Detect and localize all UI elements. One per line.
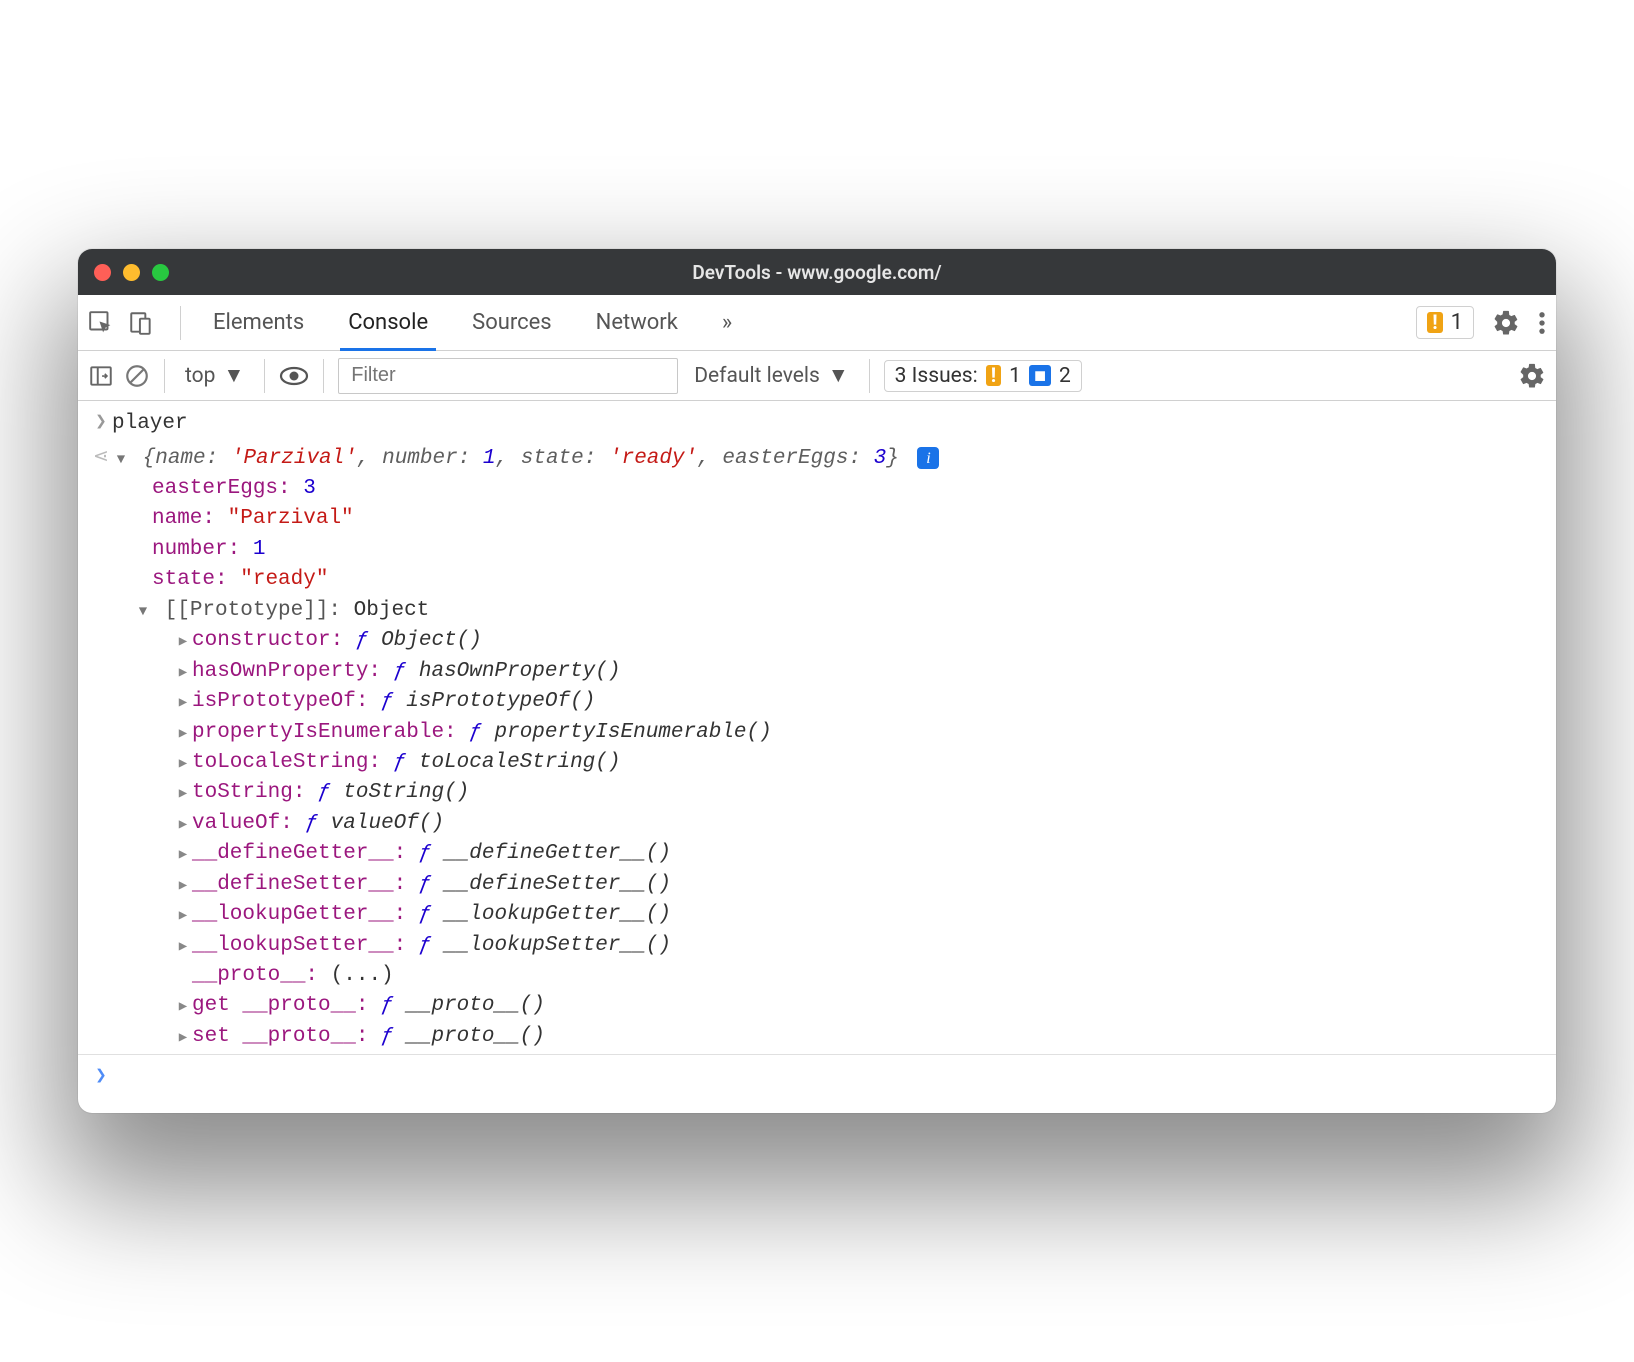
expand-toggle[interactable]: ▶ bbox=[174, 784, 192, 804]
main-toolbar: Elements Console Sources Network » ! 1 bbox=[78, 295, 1556, 351]
context-selector[interactable]: top ▼ bbox=[179, 362, 250, 390]
property-row[interactable]: state: "ready" bbox=[112, 565, 1544, 595]
proto-method-row[interactable]: ▶__lookupSetter__: ƒ __lookupSetter__() bbox=[112, 931, 1544, 961]
panel-tabs: Elements Console Sources Network » bbox=[191, 295, 754, 350]
more-tabs-button[interactable]: » bbox=[700, 295, 754, 350]
proto-method-row[interactable]: ▶propertyIsEnumerable: ƒ propertyIsEnume… bbox=[112, 718, 1544, 748]
proto-property-row[interactable]: __proto__: (...) bbox=[112, 961, 1544, 991]
titlebar: DevTools - www.google.com/ bbox=[78, 249, 1556, 295]
proto-method-row[interactable]: ▶__defineSetter__: ƒ __defineSetter__() bbox=[112, 870, 1544, 900]
proto-method-row[interactable]: ▶get __proto__: ƒ __proto__() bbox=[112, 991, 1544, 1021]
proto-method-row[interactable]: ▶valueOf: ƒ valueOf() bbox=[112, 809, 1544, 839]
more-menu-button[interactable] bbox=[1538, 309, 1546, 337]
issues-warn-count: 1 bbox=[1009, 364, 1021, 388]
prompt-chevron-icon: ❯ bbox=[90, 1063, 112, 1091]
tab-network[interactable]: Network bbox=[574, 295, 700, 350]
proto-method-row[interactable]: ▶hasOwnProperty: ƒ hasOwnProperty() bbox=[112, 657, 1544, 687]
console-input-echo: ❯ player bbox=[78, 407, 1556, 441]
proto-method-row[interactable]: ▶constructor: ƒ Object() bbox=[112, 626, 1544, 656]
tab-sources[interactable]: Sources bbox=[450, 295, 574, 350]
expand-toggle[interactable]: ▶ bbox=[174, 815, 192, 835]
tab-elements[interactable]: Elements bbox=[191, 295, 326, 350]
console-sidebar-toggle-icon[interactable] bbox=[88, 363, 114, 389]
devtools-window: DevTools - www.google.com/ Elements Cons… bbox=[78, 249, 1556, 1113]
minimize-window-button[interactable] bbox=[123, 264, 140, 281]
expand-toggle[interactable]: ▶ bbox=[174, 997, 192, 1017]
warn-icon: ! bbox=[986, 365, 1001, 386]
proto-method-row[interactable]: ▶__defineGetter__: ƒ __defineGetter__() bbox=[112, 839, 1544, 869]
expand-toggle[interactable]: ▶ bbox=[174, 845, 192, 865]
chevron-down-icon: ▼ bbox=[223, 364, 244, 388]
settings-button[interactable] bbox=[1492, 309, 1520, 337]
console-output: ❯ player ⋖ ▼ {name: 'Parzival', number: … bbox=[78, 401, 1556, 1113]
expand-toggle[interactable]: ▶ bbox=[174, 906, 192, 926]
console-toolbar: top ▼ Default levels ▼ 3 Issues: ! 1 ■ 2 bbox=[78, 351, 1556, 401]
warnings-counter[interactable]: ! 1 bbox=[1416, 306, 1474, 339]
proto-method-row[interactable]: ▶toString: ƒ toString() bbox=[112, 778, 1544, 808]
object-preview[interactable]: {name: 'Parzival', number: 1, state: 're… bbox=[143, 447, 912, 470]
console-prompt[interactable]: ❯ bbox=[78, 1054, 1556, 1113]
maximize-window-button[interactable] bbox=[152, 264, 169, 281]
property-row[interactable]: number: 1 bbox=[112, 535, 1544, 565]
context-label: top bbox=[185, 364, 215, 388]
property-row[interactable]: name: "Parzival" bbox=[112, 504, 1544, 534]
window-controls bbox=[94, 264, 169, 281]
object-info-icon[interactable]: i bbox=[917, 447, 939, 469]
filter-input[interactable] bbox=[338, 358, 678, 394]
warn-icon: ! bbox=[1427, 312, 1442, 333]
expand-toggle[interactable]: ▼ bbox=[134, 602, 152, 622]
issues-info-count: 2 bbox=[1059, 364, 1071, 388]
live-expression-icon[interactable] bbox=[279, 364, 309, 388]
log-levels-label: Default levels bbox=[694, 364, 820, 388]
clear-console-icon[interactable] bbox=[124, 363, 150, 389]
device-toggle-icon[interactable] bbox=[128, 310, 154, 336]
expand-toggle[interactable]: ▶ bbox=[174, 693, 192, 713]
tab-console[interactable]: Console bbox=[326, 295, 450, 350]
info-icon: ■ bbox=[1029, 365, 1051, 386]
output-chevron-icon: ⋖ bbox=[90, 444, 112, 472]
expand-toggle[interactable]: ▶ bbox=[174, 632, 192, 652]
proto-method-row[interactable]: ▶isPrototypeOf: ƒ isPrototypeOf() bbox=[112, 687, 1544, 717]
proto-method-row[interactable]: ▶toLocaleString: ƒ toLocaleString() bbox=[112, 748, 1544, 778]
warnings-count: 1 bbox=[1451, 310, 1463, 335]
issues-counter[interactable]: 3 Issues: ! 1 ■ 2 bbox=[884, 360, 1082, 392]
input-chevron-icon: ❯ bbox=[90, 409, 112, 437]
input-text: player bbox=[112, 409, 1544, 439]
expand-toggle[interactable]: ▶ bbox=[174, 754, 192, 774]
console-result-row: ⋖ ▼ {name: 'Parzival', number: 1, state:… bbox=[78, 442, 1556, 1055]
proto-method-row[interactable]: ▶set __proto__: ƒ __proto__() bbox=[112, 1022, 1544, 1052]
expand-toggle[interactable]: ▶ bbox=[174, 1028, 192, 1048]
expand-toggle[interactable]: ▶ bbox=[174, 876, 192, 896]
close-window-button[interactable] bbox=[94, 264, 111, 281]
inspect-element-icon[interactable] bbox=[88, 310, 114, 336]
issues-label: 3 Issues: bbox=[895, 364, 978, 388]
chevron-down-icon: ▼ bbox=[828, 364, 849, 388]
proto-method-row[interactable]: ▶__lookupGetter__: ƒ __lookupGetter__() bbox=[112, 900, 1544, 930]
expand-toggle[interactable]: ▶ bbox=[174, 937, 192, 957]
expand-toggle[interactable]: ▶ bbox=[174, 724, 192, 744]
prototype-row[interactable]: ▼ [[Prototype]]: Object bbox=[112, 596, 1544, 626]
property-row[interactable]: easterEggs: 3 bbox=[112, 474, 1544, 504]
console-settings-button[interactable] bbox=[1518, 362, 1546, 390]
log-levels-selector[interactable]: Default levels ▼ bbox=[688, 364, 854, 388]
window-title: DevTools - www.google.com/ bbox=[78, 261, 1556, 284]
expand-toggle[interactable]: ▼ bbox=[112, 450, 130, 470]
expand-toggle[interactable]: ▶ bbox=[174, 663, 192, 683]
